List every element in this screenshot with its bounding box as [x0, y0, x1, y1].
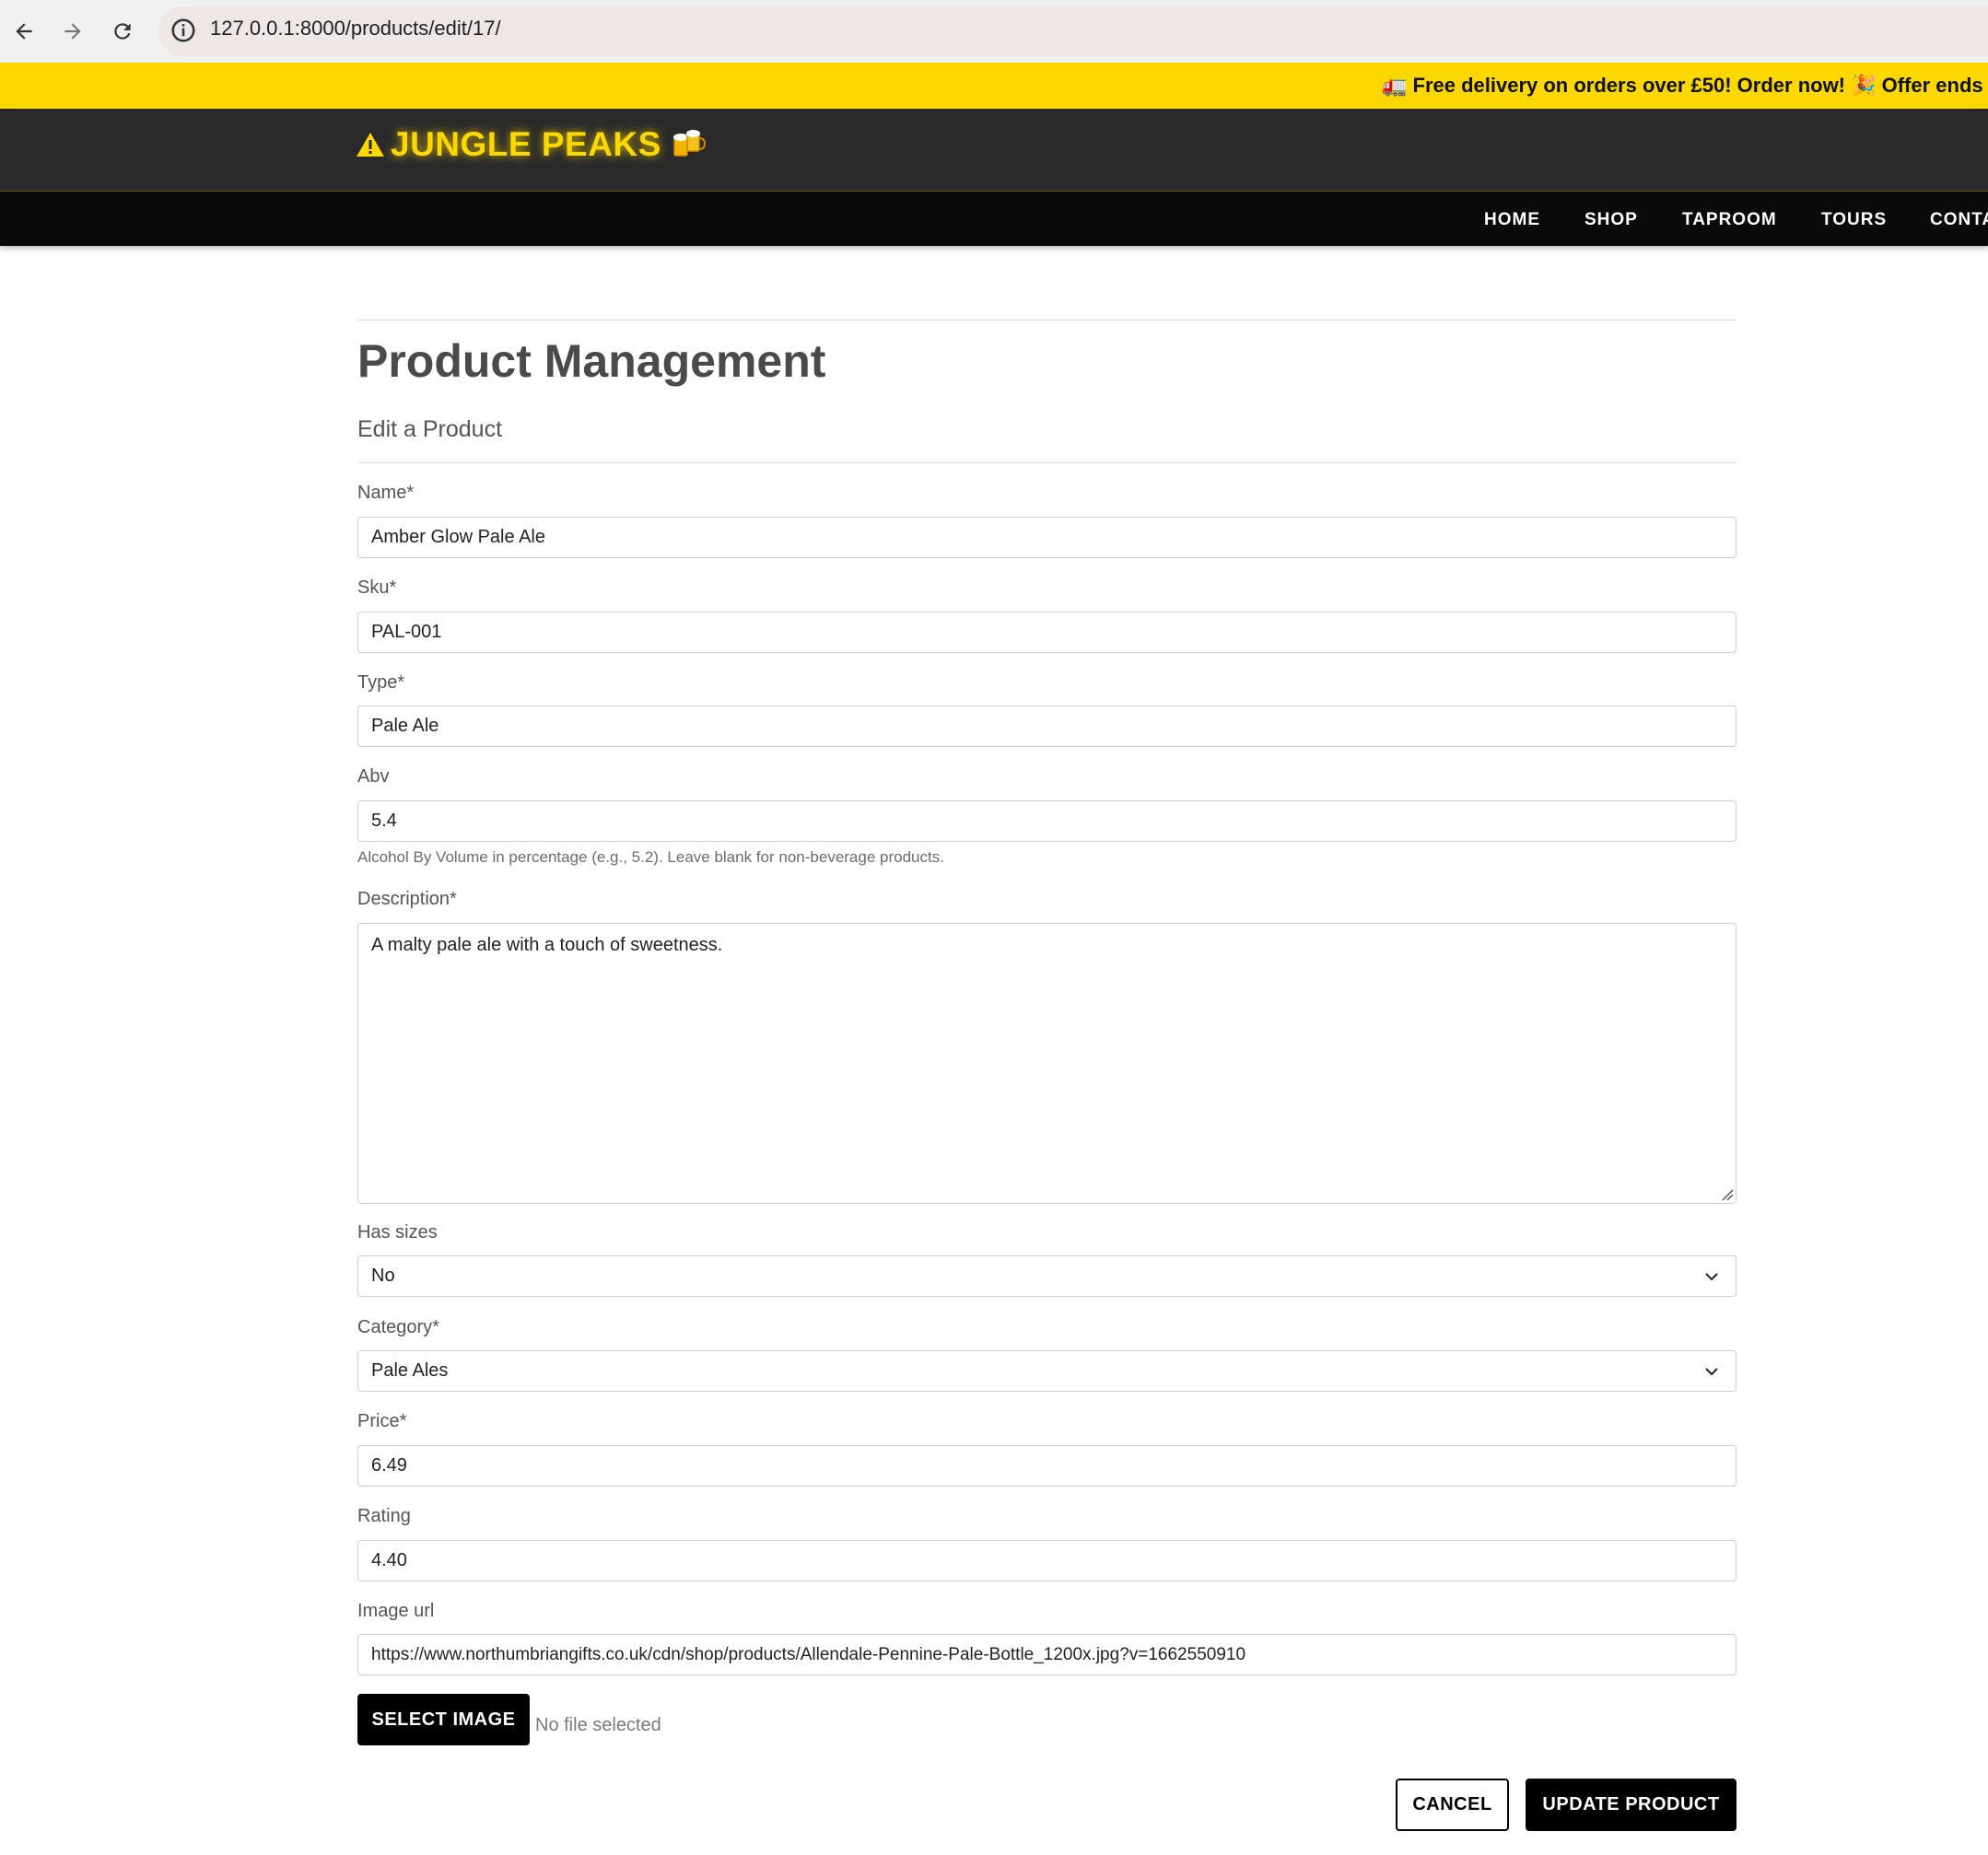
promo-banner: 🚛 Free delivery on orders over £50! Orde… — [0, 63, 1988, 109]
no-file-text: No file selected — [535, 1715, 661, 1735]
brand-name: JUNGLE PEAKS — [391, 125, 661, 163]
sku-input[interactable]: PAL-001 — [357, 612, 1737, 653]
name-input[interactable]: Amber Glow Pale Ale — [357, 517, 1737, 558]
description-textarea[interactable]: A malty pale ale with a touch of sweetne… — [357, 923, 1737, 1204]
nav-taproom[interactable]: TAPROOM — [1682, 210, 1777, 230]
site-logo[interactable]: JUNGLE PEAKS — [356, 125, 706, 164]
page-subtitle: Edit a Product — [357, 416, 503, 442]
nav-shop[interactable]: SHOP — [1585, 210, 1638, 230]
site-header: JUNGLE PEAKS — [0, 109, 1988, 192]
browser-toolbar: 127.0.0.1:8000/products/edit/17/ — [0, 0, 1988, 63]
subtitle-divider — [357, 462, 1737, 463]
abv-help-text: Alcohol By Volume in percentage (e.g., 5… — [357, 848, 944, 866]
cancel-button[interactable]: CANCEL — [1396, 1779, 1509, 1831]
description-label: Description* — [357, 889, 457, 909]
price-label: Price* — [357, 1411, 407, 1431]
name-label: Name* — [357, 483, 415, 503]
nav-home[interactable]: HOME — [1484, 210, 1540, 230]
description-text: A malty pale ale with a touch of sweetne… — [371, 935, 723, 955]
chevron-down-icon — [1705, 1368, 1718, 1376]
update-product-button[interactable]: UPDATE PRODUCT — [1526, 1779, 1737, 1831]
promo-text: 🚛 Free delivery on orders over £50! Orde… — [1382, 74, 1988, 97]
image-url-label: Image url — [357, 1601, 435, 1621]
reload-icon[interactable] — [106, 15, 139, 48]
abv-label: Abv — [357, 766, 390, 787]
type-input[interactable]: Pale Ale — [357, 706, 1737, 747]
abv-input[interactable]: 5.4 — [357, 800, 1737, 842]
chevron-down-icon — [1705, 1273, 1718, 1281]
category-value: Pale Ales — [371, 1360, 449, 1381]
top-divider — [357, 320, 1737, 321]
sku-label: Sku* — [357, 578, 397, 598]
type-label: Type* — [357, 672, 405, 693]
resize-handle-icon[interactable] — [1721, 1188, 1734, 1201]
has-sizes-value: No — [371, 1266, 395, 1286]
rating-input[interactable]: 4.40 — [357, 1540, 1737, 1581]
price-input[interactable]: 6.49 — [357, 1445, 1737, 1487]
site-info-icon[interactable] — [170, 17, 197, 44]
has-sizes-select[interactable]: No — [357, 1255, 1737, 1297]
mountain-warning-icon — [357, 133, 384, 157]
category-label: Category* — [357, 1317, 439, 1337]
main-nav: HOME SHOP TAPROOM TOURS CONTA — [0, 192, 1988, 246]
page-title: Product Management — [357, 335, 826, 387]
select-image-button[interactable]: SELECT IMAGE — [357, 1694, 530, 1745]
nav-tours[interactable]: TOURS — [1821, 210, 1887, 230]
nav-contact[interactable]: CONTA — [1930, 210, 1988, 230]
image-url-input[interactable]: https://www.northumbriangifts.co.uk/cdn/… — [357, 1634, 1737, 1675]
category-select[interactable]: Pale Ales — [357, 1350, 1737, 1392]
has-sizes-label: Has sizes — [357, 1222, 438, 1242]
beer-mugs-icon — [672, 130, 706, 157]
forward-icon[interactable] — [56, 15, 89, 48]
back-icon[interactable] — [7, 15, 41, 48]
rating-label: Rating — [357, 1506, 411, 1526]
url-text: 127.0.0.1:8000/products/edit/17/ — [210, 17, 501, 40]
